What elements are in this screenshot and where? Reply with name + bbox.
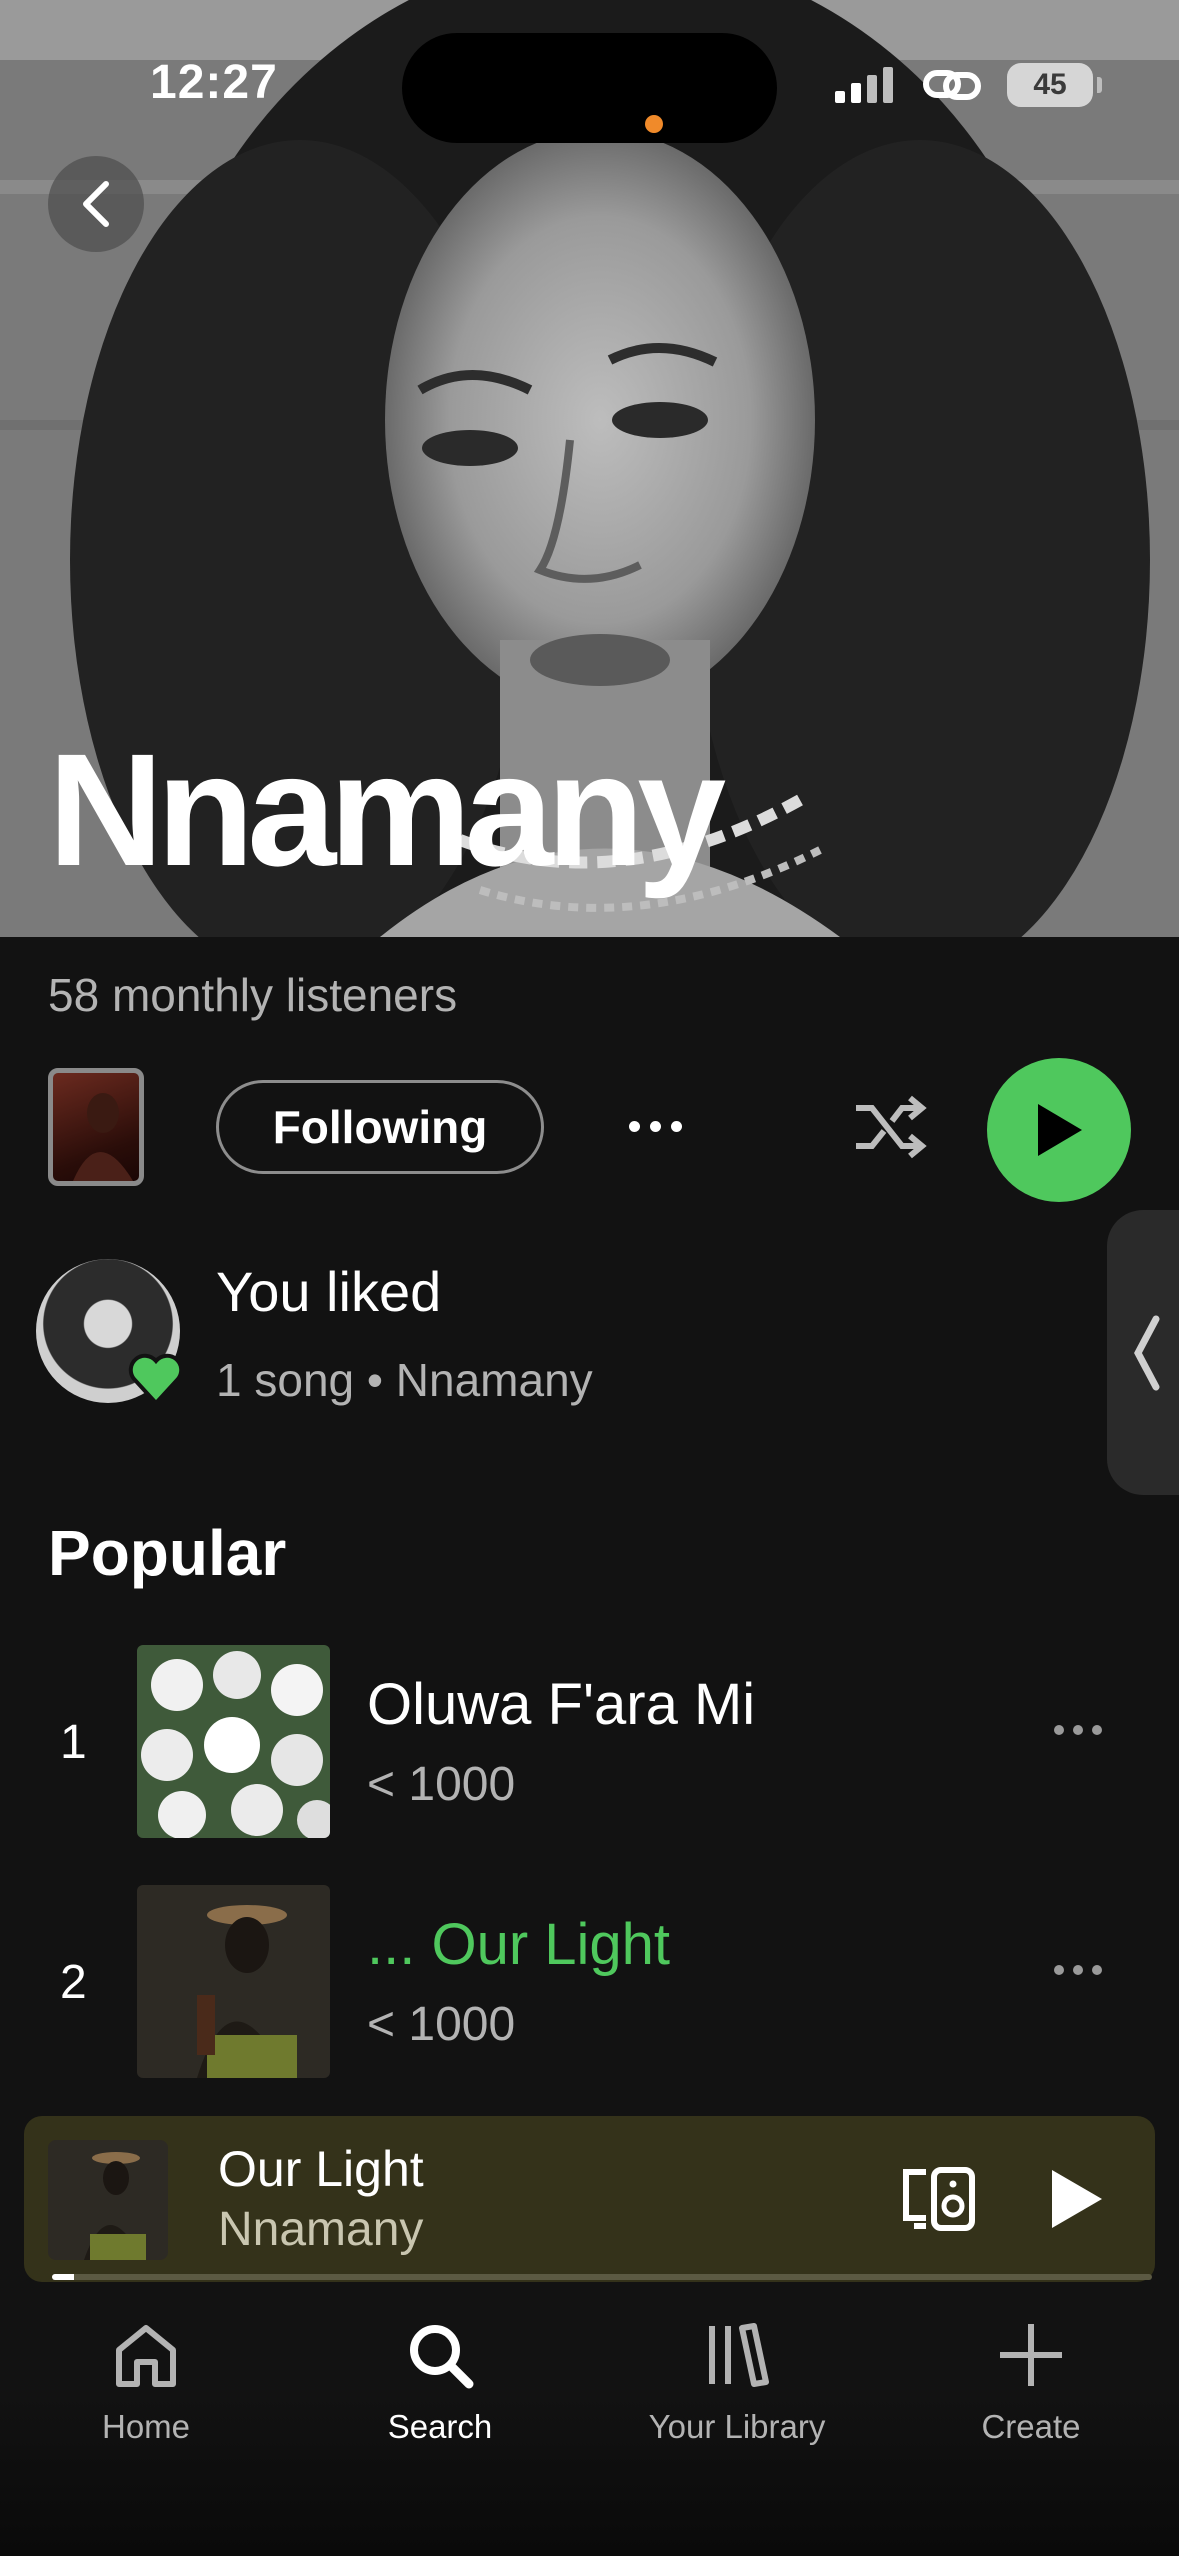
artist-release-thumbnail[interactable]: [48, 1068, 144, 1186]
privacy-indicator-dot: [645, 115, 663, 133]
playback-progress-fill: [52, 2274, 74, 2280]
chevron-left-icon: [1134, 1315, 1160, 1390]
track-more-button[interactable]: [1054, 1725, 1102, 1735]
now-playing-artist: Nnamany: [218, 2203, 424, 2256]
side-drawer-handle[interactable]: [1107, 1210, 1179, 1495]
tab-your-library[interactable]: Your Library: [617, 2320, 857, 2460]
track-title: Oluwa F'ara Mi: [367, 1672, 756, 1737]
track-play-count: < 1000: [367, 1998, 516, 2051]
dot: [1092, 1725, 1102, 1735]
plus-icon: [1000, 2324, 1062, 2386]
track-play-count: < 1000: [367, 1758, 516, 1811]
more-options-button[interactable]: [620, 1098, 690, 1154]
home-icon: [116, 2325, 176, 2387]
cellular-signal-icon: [835, 67, 893, 103]
chevron-left-icon: [83, 181, 109, 227]
now-playing-bar[interactable]: Our Light Nnamany: [24, 2116, 1155, 2282]
track-artwork: [137, 1885, 330, 2078]
status-icons: 45: [835, 63, 1102, 107]
heart-icon: [128, 1353, 184, 1406]
following-button[interactable]: Following: [216, 1080, 544, 1174]
tab-create[interactable]: Create: [911, 2320, 1151, 2460]
dot: [628, 1120, 640, 1132]
popular-heading: Popular: [48, 1517, 287, 1589]
status-time: 12:27: [150, 56, 278, 109]
track-row[interactable]: 1 Oluwa F'ara Mi < 1000: [0, 1645, 1179, 1840]
track-rank: 1: [60, 1716, 87, 1769]
dot: [1073, 1725, 1083, 1735]
artist-action-row: Following: [0, 1058, 1179, 1202]
play-button[interactable]: [987, 1058, 1131, 1202]
dot: [1054, 1965, 1064, 1975]
track-artwork: [137, 1645, 330, 1838]
release-art: [73, 1093, 133, 1181]
track-rank: 2: [60, 1956, 87, 2009]
tab-home[interactable]: Home: [26, 2320, 266, 2460]
liked-songs-row[interactable]: You liked 1 song • Nnamany: [0, 1255, 1100, 1415]
artist-hero-image: 12:27 45 Nnamany: [0, 0, 1179, 937]
dot: [649, 1120, 661, 1132]
now-playing-title: Our Light: [218, 2141, 424, 2197]
link-icon: [923, 70, 981, 100]
liked-title: You liked: [216, 1260, 442, 1323]
dynamic-island: [402, 33, 777, 143]
playback-progress-bar: [52, 2274, 1152, 2280]
library-icon: [709, 2323, 769, 2387]
artist-name: Nnamany: [48, 720, 726, 899]
tab-search[interactable]: Search: [320, 2320, 560, 2460]
search-icon: [410, 2325, 474, 2389]
now-playing-artwork: [48, 2140, 168, 2260]
battery-indicator: 45: [1007, 63, 1102, 107]
tab-label-library: Your Library: [648, 2408, 826, 2445]
track-title: ... Our Light: [367, 1912, 671, 1977]
track-row[interactable]: 2 ... Our Light < 1000: [0, 1885, 1179, 2080]
shuffle-icon[interactable]: [850, 1090, 930, 1164]
dot: [1092, 1965, 1102, 1975]
dot: [1073, 1965, 1083, 1975]
bottom-tab-bar: Home Search Your Library Create: [0, 2282, 1179, 2556]
connect-device-icon[interactable]: [900, 2166, 978, 2232]
tab-label-search: Search: [387, 2408, 493, 2445]
liked-subtitle: 1 song • Nnamany: [216, 1354, 593, 1406]
track-more-button[interactable]: [1054, 1965, 1102, 1975]
play-icon: [1038, 1104, 1082, 1156]
mini-play-icon[interactable]: [1040, 2164, 1110, 2234]
tab-label-home: Home: [101, 2408, 191, 2445]
tab-label-create: Create: [981, 2408, 1081, 2445]
monthly-listeners: 58 monthly listeners: [48, 969, 458, 1021]
dot: [670, 1120, 682, 1132]
back-button[interactable]: [48, 156, 144, 252]
dot: [1054, 1725, 1064, 1735]
